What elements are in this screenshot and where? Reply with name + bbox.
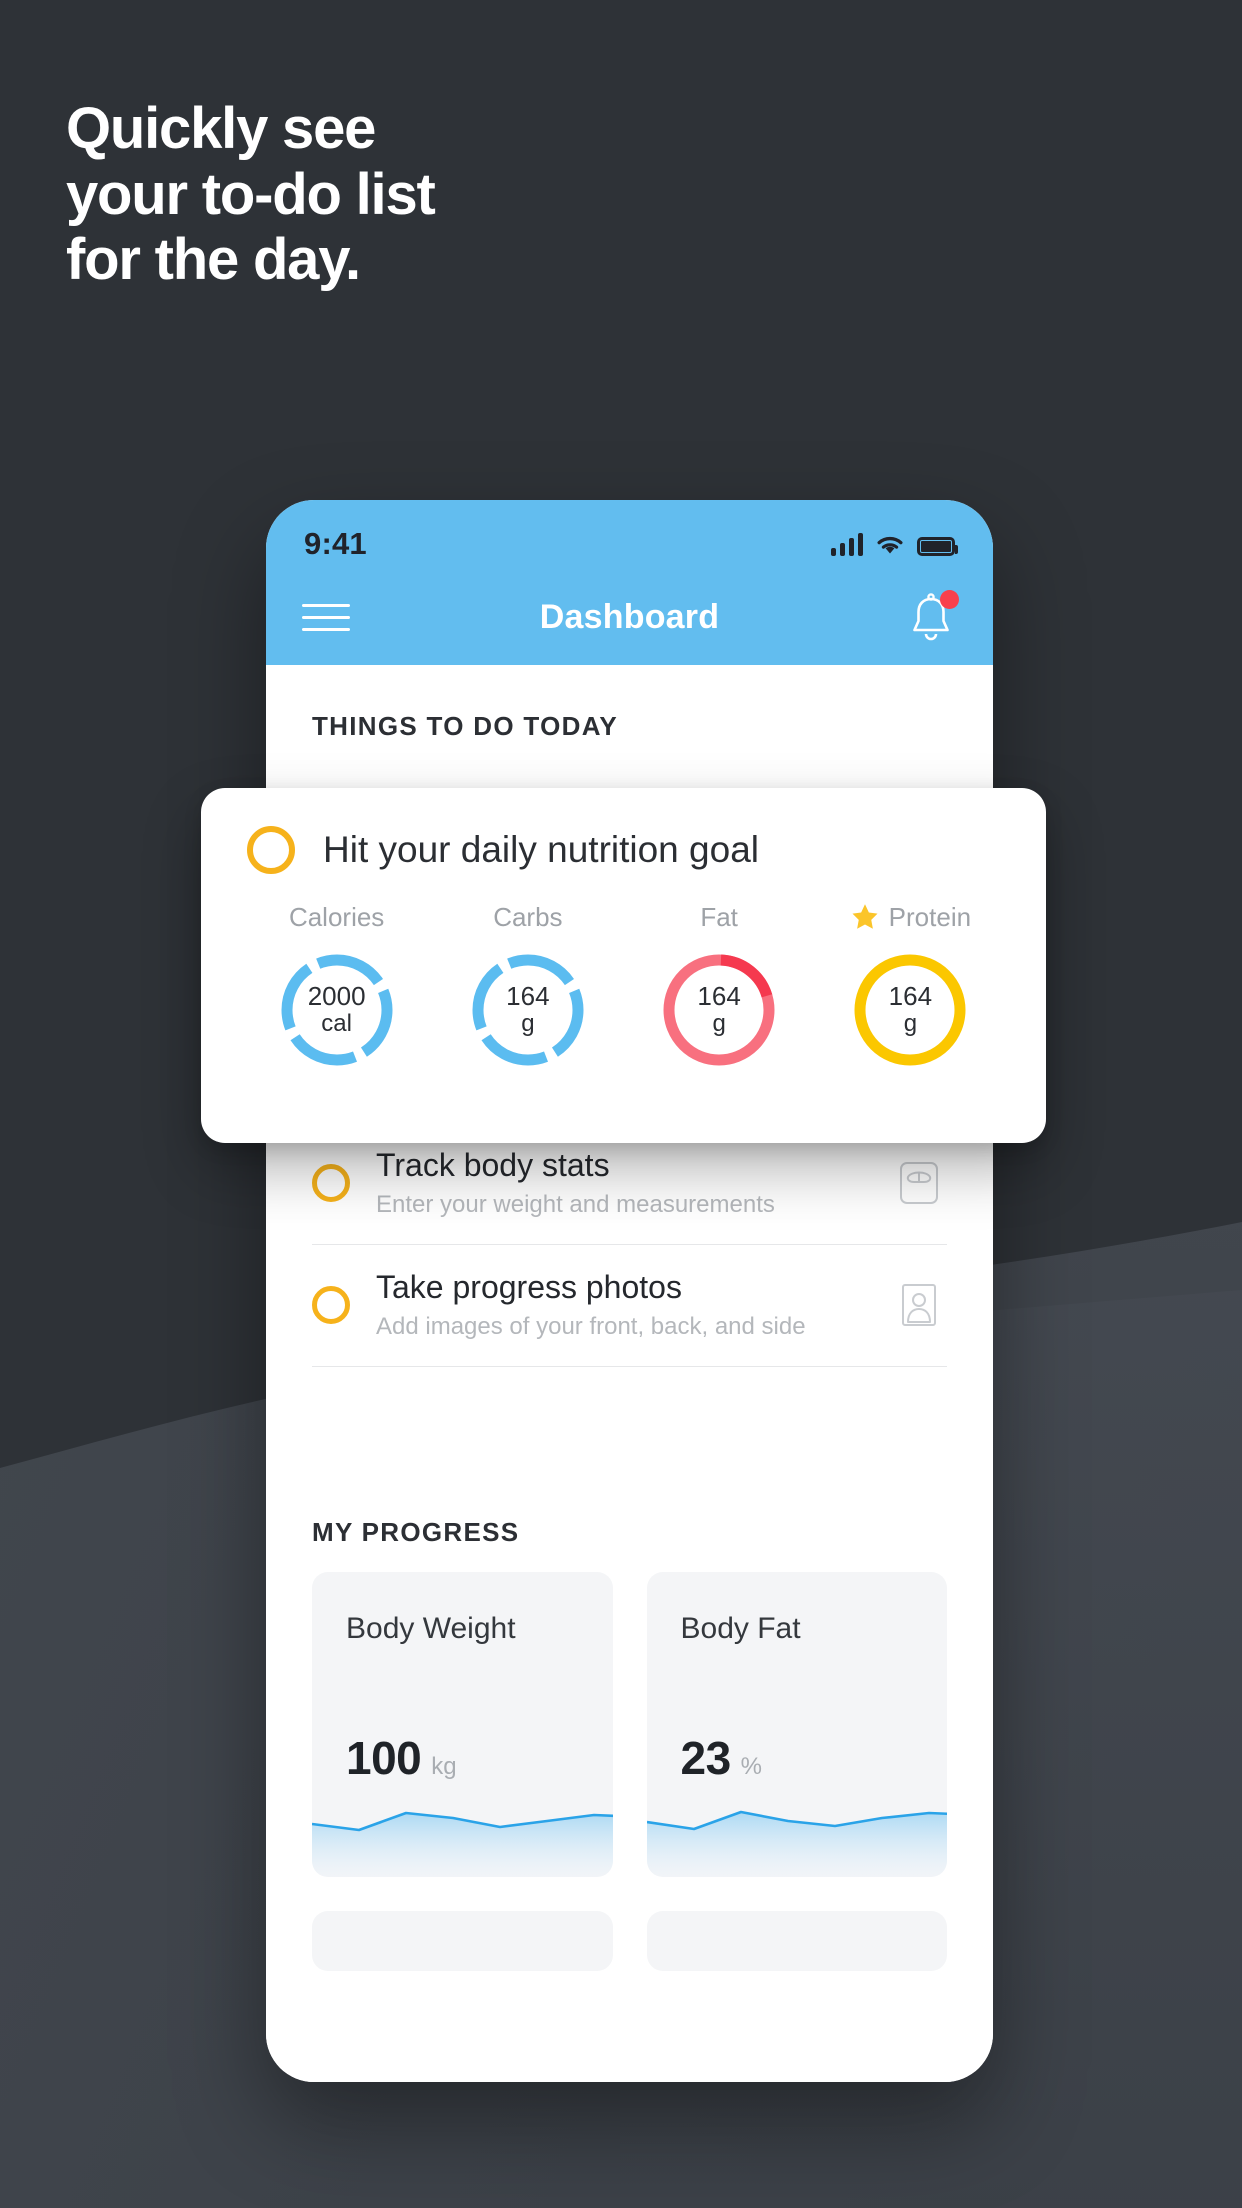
task-title: Take progress photos (376, 1269, 682, 1305)
progress-card-value: 100 kg (346, 1731, 457, 1785)
sparkline-chart-body-weight (312, 1811, 613, 1877)
macro-fat[interactable]: Fat 164 g (624, 900, 815, 1072)
macro-unit: g (712, 1010, 726, 1038)
hamburger-menu-icon[interactable] (302, 604, 350, 631)
cellular-signal-icon (830, 532, 863, 556)
macro-value: 164 (697, 981, 741, 1011)
headline-line-3: for the day. (66, 227, 361, 293)
macro-carbs[interactable]: Carbs 164 g (432, 900, 623, 1072)
weight-scale-icon (891, 1155, 947, 1211)
macro-value-group: 164 g (848, 948, 972, 1072)
nutrition-card-title: Hit your daily nutrition goal (323, 829, 759, 870)
sparkline-chart-body-fat (646, 1810, 947, 1877)
page-title: Dashboard (539, 598, 720, 636)
list-item[interactable]: Take progress photos Add images of your … (312, 1245, 947, 1367)
progress-card-label: Body Weight (346, 1612, 516, 1645)
app-header: 9:41 Dashboard (266, 500, 993, 665)
progress-card-value: 23 % (681, 1731, 763, 1785)
star-icon (852, 904, 878, 929)
progress-card-unit: % (740, 1753, 763, 1780)
progress-card-label: Body Fat (680, 1612, 801, 1645)
promo-headline: Quickly see your to-do list for the day. (66, 96, 436, 293)
macro-value: 164 (506, 981, 550, 1011)
task-text: Track body stats Enter your weight and m… (376, 1145, 865, 1220)
progress-card-next-right[interactable] (646, 1911, 947, 1971)
photo-portrait-icon (891, 1277, 947, 1333)
macro-progress-ring: 164 g (848, 948, 972, 1072)
things-to-do-heading: THINGS TO DO TODAY (312, 711, 619, 741)
status-bar-icons (830, 532, 958, 556)
macro-label: Calories (288, 901, 385, 932)
task-subtitle: Enter your weight and measurements (376, 1191, 775, 1218)
macro-value-group: 164 g (466, 948, 590, 1072)
task-text: Take progress photos Add images of your … (376, 1267, 865, 1342)
task-subtitle: Add images of your front, back, and side (376, 1313, 806, 1340)
macro-calories[interactable]: Calories 2000 cal (241, 900, 432, 1072)
macro-label-row: Protein (850, 900, 971, 934)
progress-card-body-weight[interactable]: Body Weight 100 kg (312, 1572, 613, 1877)
macro-unit: g (903, 1010, 918, 1038)
my-progress-heading: MY PROGRESS (312, 1517, 520, 1547)
progress-card-body-fat[interactable]: Body Fat 23 % (646, 1572, 947, 1877)
nutrition-card-header: Hit your daily nutrition goal (201, 788, 1046, 874)
macro-unit: cal (321, 1010, 352, 1038)
nutrition-goal-card[interactable]: Hit your daily nutrition goal Calories 2… (201, 788, 1046, 1143)
bell-icon[interactable] (905, 589, 959, 646)
progress-card-grid: Body Weight 100 kg Body Fat 23 % (312, 1572, 947, 1971)
macro-ring-row: Calories 2000 cal Carbs 164 g Fat 164 g … (201, 874, 1046, 1072)
macro-unit: g (521, 1010, 535, 1038)
headline-line-1: Quickly see (66, 96, 376, 161)
wifi-icon (877, 536, 903, 553)
progress-card-number: 100 (346, 1732, 422, 1784)
macro-label: Fat (700, 901, 738, 932)
task-check-circle-icon[interactable] (312, 1285, 350, 1324)
notification-badge (940, 589, 959, 609)
macro-progress-ring: 164 g (657, 948, 781, 1072)
macro-label: Protein (888, 901, 972, 932)
progress-card-number: 23 (680, 1732, 732, 1784)
task-title: Track body stats (376, 1147, 610, 1183)
nav-bar: Dashboard (266, 570, 993, 665)
status-bar-clock: 9:41 (304, 526, 367, 561)
task-check-circle-icon[interactable] (247, 826, 295, 874)
macro-value-group: 164 g (657, 948, 781, 1072)
headline-line-2: your to-do list (66, 161, 436, 227)
macro-protein[interactable]: Protein 164 g (815, 900, 1006, 1072)
progress-card-unit: kg (431, 1753, 457, 1780)
task-check-circle-icon[interactable] (312, 1163, 350, 1202)
macro-label-row: Carbs (493, 900, 562, 934)
macro-value-group: 2000 cal (275, 948, 399, 1072)
progress-card-next-left[interactable] (312, 1911, 613, 1971)
macro-label-row: Calories (289, 900, 384, 934)
macro-progress-ring: 2000 cal (275, 948, 399, 1072)
macro-label: Carbs (493, 901, 563, 932)
status-bar: 9:41 (266, 500, 993, 570)
battery-icon (917, 536, 958, 556)
phone-mockup: 9:41 Dashboard THINGS TO DO TODAY Track … (266, 500, 993, 2082)
macro-value: 2000 (307, 981, 366, 1011)
macro-progress-ring: 164 g (466, 948, 590, 1072)
macro-value: 164 (888, 981, 933, 1011)
macro-label-row: Fat (700, 900, 738, 934)
